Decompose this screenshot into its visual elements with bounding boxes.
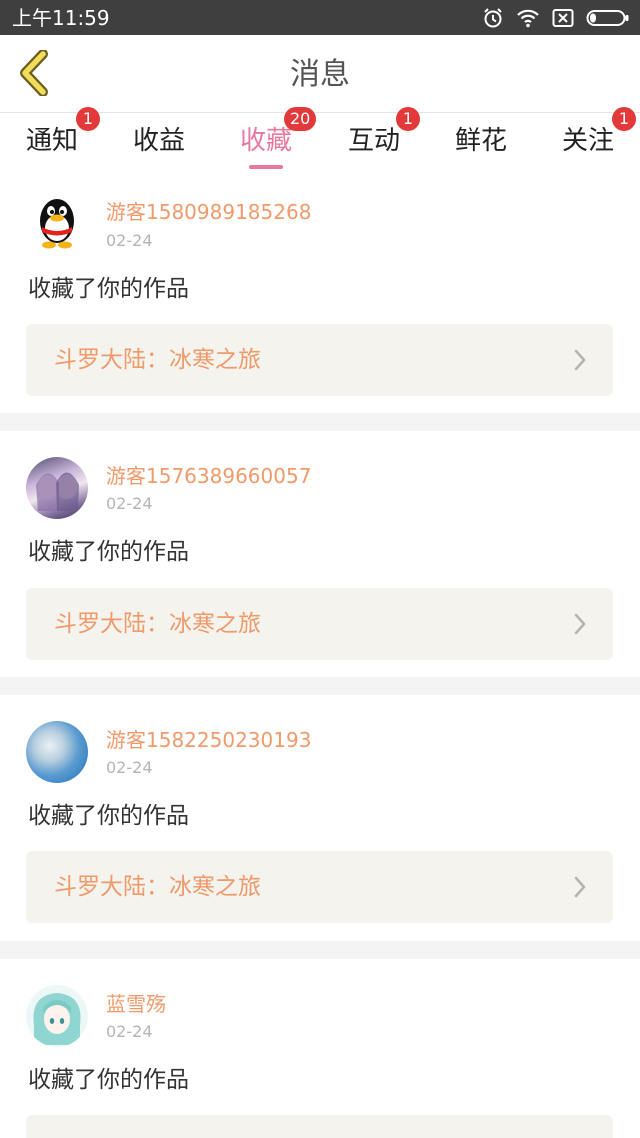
- tab-label: 通知: [25, 126, 79, 156]
- list-item: 蓝雪殇 02-24 收藏了你的作品: [0, 959, 640, 1138]
- tab-label: 收藏: [239, 126, 293, 156]
- work-link[interactable]: 斗罗大陆：冰寒之旅: [26, 324, 613, 396]
- action-text: 收藏了你的作品: [28, 539, 189, 565]
- username[interactable]: 蓝雪殇: [106, 991, 166, 1017]
- work-link[interactable]: 斗罗大陆：冰寒之旅: [26, 851, 613, 923]
- message-date: 02-24: [106, 758, 153, 777]
- tab-notifications[interactable]: 通知: [26, 123, 78, 171]
- list-item: 游客1580989185268 02-24 收藏了你的作品 斗罗大陆：冰寒之旅: [0, 175, 640, 413]
- chevron-right-icon: [573, 875, 587, 903]
- tab-badge-interactions: 1: [396, 107, 420, 131]
- tab-earnings[interactable]: 收益: [133, 123, 185, 171]
- teal-anime-avatar[interactable]: [26, 985, 88, 1047]
- tab-bar: 通知 1 收益 收藏 20 互动 1 鲜花 关注 1: [0, 107, 640, 173]
- alarm-icon: [482, 7, 504, 29]
- penguin-avatar[interactable]: [26, 191, 88, 253]
- status-time: 上午11:59: [12, 6, 110, 30]
- work-link[interactable]: [26, 1115, 613, 1138]
- message-date: 02-24: [106, 494, 153, 513]
- chevron-right-icon: [573, 612, 587, 640]
- divider: [0, 677, 640, 695]
- username[interactable]: 游客1582250230193: [106, 727, 311, 753]
- active-tab-indicator: [248, 165, 283, 169]
- work-title: 斗罗大陆：冰寒之旅: [54, 611, 261, 637]
- action-text: 收藏了你的作品: [28, 276, 189, 302]
- tab-favorites[interactable]: 收藏: [240, 123, 292, 171]
- list-item: 游客1582250230193 02-24 收藏了你的作品 斗罗大陆：冰寒之旅: [0, 695, 640, 941]
- tab-label: 互动: [347, 126, 401, 156]
- divider: [0, 413, 640, 431]
- anime-girls-avatar[interactable]: [26, 457, 88, 519]
- wifi-icon: [516, 8, 540, 28]
- work-title: 斗罗大陆：冰寒之旅: [54, 347, 261, 373]
- battery-icon: [586, 8, 630, 28]
- action-text: 收藏了你的作品: [28, 1067, 189, 1093]
- message-date: 02-24: [106, 1022, 153, 1041]
- tab-label: 关注: [561, 126, 615, 156]
- tab-badge-follows: 1: [612, 107, 636, 131]
- blue-photo-avatar[interactable]: [26, 721, 88, 783]
- tab-flowers[interactable]: 鲜花: [455, 123, 507, 171]
- tab-follows[interactable]: 关注: [562, 123, 614, 171]
- work-link[interactable]: 斗罗大陆：冰寒之旅: [26, 588, 613, 660]
- tab-interactions[interactable]: 互动: [348, 123, 400, 171]
- tab-label: 收益: [132, 126, 186, 156]
- chevron-right-icon: [573, 348, 587, 376]
- work-title: 斗罗大陆：冰寒之旅: [54, 874, 261, 900]
- username[interactable]: 游客1576389660057: [106, 463, 311, 489]
- tab-label: 鲜花: [454, 126, 508, 156]
- status-icons: [482, 6, 630, 30]
- action-text: 收藏了你的作品: [28, 803, 189, 829]
- list-item: 游客1576389660057 02-24 收藏了你的作品 斗罗大陆：冰寒之旅: [0, 431, 640, 677]
- sim-blocked-icon: [552, 8, 574, 28]
- username[interactable]: 游客1580989185268: [106, 199, 311, 225]
- tab-badge-notifications: 1: [76, 107, 100, 131]
- page-title: 消息: [290, 57, 350, 92]
- message-date: 02-24: [106, 231, 153, 250]
- tab-badge-favorites: 20: [284, 107, 317, 131]
- divider: [0, 941, 640, 959]
- status-bar: 上午11:59: [0, 0, 640, 35]
- app-header: 消息: [0, 35, 640, 113]
